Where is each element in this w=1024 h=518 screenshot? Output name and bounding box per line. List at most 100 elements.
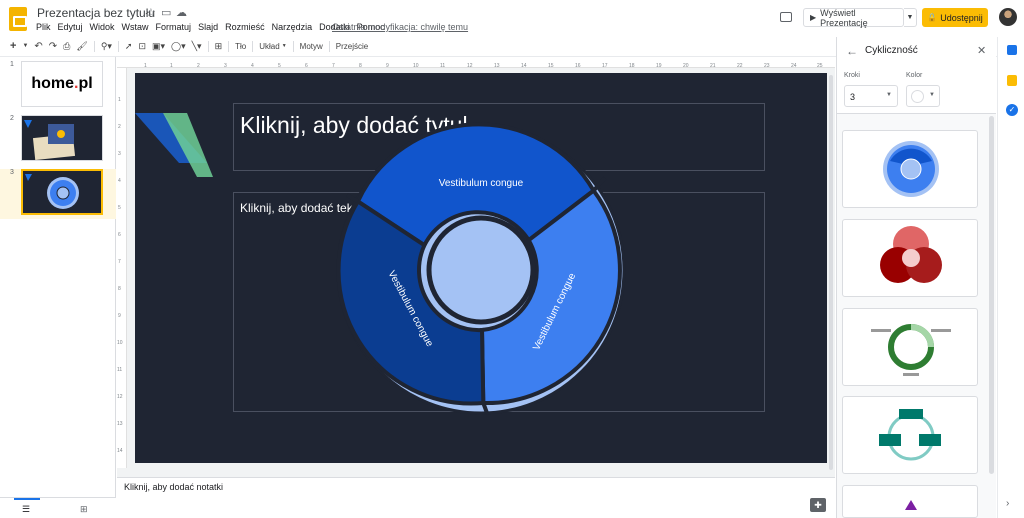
add-comment-icon[interactable]: ⊞ bbox=[215, 41, 223, 52]
avatar[interactable] bbox=[999, 8, 1017, 26]
ruler-number: 10 bbox=[413, 63, 419, 69]
slide-number: 1 bbox=[10, 61, 14, 68]
toolbar-divider bbox=[228, 40, 230, 52]
speaker-notes[interactable] bbox=[117, 477, 835, 518]
menu-formatuj[interactable]: Formatuj bbox=[156, 22, 192, 32]
menu-edytuj[interactable]: Edytuj bbox=[58, 22, 83, 32]
zoom-icon[interactable]: ⚲▾ bbox=[101, 41, 112, 52]
ruler-number: 10 bbox=[117, 340, 123, 346]
list-view-icon[interactable]: ☰ bbox=[22, 504, 30, 515]
redo-icon[interactable]: ↷ bbox=[49, 41, 57, 52]
chevron-down-icon[interactable]: ▼ bbox=[282, 43, 287, 49]
menu-wstaw[interactable]: Wstaw bbox=[122, 22, 149, 32]
ruler-number: 12 bbox=[467, 63, 473, 69]
last-modified-link[interactable]: Ostatnia modyfikacja: chwilę temu bbox=[332, 22, 468, 32]
share-button[interactable]: 🔒 Udostępnij bbox=[922, 8, 988, 27]
diagram-template-1[interactable] bbox=[842, 130, 978, 208]
slide-thumbnail-3[interactable] bbox=[21, 169, 103, 215]
menu-narzedzia[interactable]: Narzędzia bbox=[272, 22, 313, 32]
lock-icon: 🔒 bbox=[927, 13, 938, 22]
menu-widok[interactable]: Widok bbox=[90, 22, 115, 32]
ruler-number: 19 bbox=[656, 63, 662, 69]
ruler-number: 7 bbox=[118, 259, 121, 265]
present-dropdown-button[interactable]: ▼ bbox=[904, 8, 917, 27]
chevron-down-icon: ▼ bbox=[929, 92, 935, 98]
color-swatch bbox=[911, 90, 924, 103]
background-button[interactable]: Tło bbox=[235, 42, 246, 51]
chevron-down-icon[interactable]: ▼ bbox=[22, 43, 28, 49]
image-icon[interactable]: ▣▾ bbox=[152, 41, 165, 52]
ruler-number: 21 bbox=[710, 63, 716, 69]
home-logo-suffix: pl bbox=[78, 75, 93, 92]
comments-icon[interactable] bbox=[780, 12, 792, 22]
select-cursor-icon[interactable]: ➚ bbox=[125, 41, 133, 52]
present-button[interactable]: ▶ Wyświetl Prezentację bbox=[803, 8, 904, 28]
ruler-ticks: 1 1 2 3 4 5 6 7 8 9 10 11 12 13 14 15 16… bbox=[144, 63, 823, 69]
toolbar-divider bbox=[93, 40, 95, 52]
color-select[interactable]: ▼ bbox=[906, 85, 940, 107]
menu-slajd[interactable]: Slajd bbox=[198, 22, 218, 32]
slides-logo[interactable] bbox=[9, 7, 27, 31]
menu-plik[interactable]: Plik bbox=[36, 22, 51, 32]
ruler-number: 24 bbox=[791, 63, 797, 69]
chevron-right-icon[interactable]: › bbox=[1006, 498, 1009, 509]
transition-button[interactable]: Przejście bbox=[336, 42, 368, 51]
grid-view-icon[interactable]: ⊞ bbox=[80, 504, 88, 515]
diagram-template-5[interactable] bbox=[842, 485, 978, 518]
print-icon[interactable]: ⎙ bbox=[63, 41, 70, 52]
slide-thumbnail-2[interactable] bbox=[21, 115, 103, 161]
steps-select[interactable]: 3 ▼ bbox=[844, 85, 898, 107]
ruler-number: 1 bbox=[118, 97, 121, 103]
ruler-number: 3 bbox=[224, 63, 227, 69]
layout-button[interactable]: Układ bbox=[259, 42, 279, 51]
steps-value: 3 bbox=[850, 92, 856, 102]
horizontal-ruler: 1 1 2 3 4 5 6 7 8 9 10 11 12 13 14 15 16… bbox=[117, 57, 835, 69]
chevron-down-icon: ▼ bbox=[886, 92, 892, 98]
ruler-number: 14 bbox=[521, 63, 527, 69]
menu-rozmiesc[interactable]: Rozmieść bbox=[225, 22, 265, 32]
explore-icon[interactable]: ✚ bbox=[810, 498, 826, 512]
template-2-preview bbox=[880, 226, 942, 283]
diagram-template-4[interactable] bbox=[842, 396, 978, 474]
share-label: Udostępnij bbox=[940, 12, 983, 23]
keep-icon[interactable] bbox=[1007, 75, 1017, 86]
new-slide-icon[interactable]: + bbox=[10, 40, 16, 52]
cycle-diagram[interactable]: Vestibulum congue Vestibulum congue Vest… bbox=[135, 73, 827, 463]
diagram-template-3[interactable] bbox=[842, 308, 978, 386]
slide-number: 2 bbox=[10, 115, 14, 122]
notes-placeholder[interactable]: Kliknij, aby dodać notatki bbox=[124, 482, 223, 492]
close-icon[interactable]: ✕ bbox=[977, 44, 986, 57]
diagram-center-circle bbox=[426, 215, 536, 325]
document-title[interactable]: Prezentacja bez tytułu bbox=[37, 6, 155, 20]
ruler-number: 4 bbox=[118, 178, 121, 184]
diagram-template-2[interactable] bbox=[842, 219, 978, 297]
ruler-number: 5 bbox=[278, 63, 281, 69]
ruler-number: 14 bbox=[117, 448, 123, 454]
slide-thumbnail-1[interactable]: home. pl bbox=[21, 61, 103, 107]
back-arrow-icon[interactable]: ← bbox=[846, 44, 858, 58]
ruler-number: 13 bbox=[117, 421, 123, 427]
slide-number: 3 bbox=[10, 169, 14, 176]
star-icon[interactable]: ☆ bbox=[146, 6, 156, 19]
move-folder-icon[interactable]: ▭ bbox=[161, 6, 171, 19]
ruler-number: 8 bbox=[359, 63, 362, 69]
panel-scrollbar[interactable] bbox=[989, 116, 994, 474]
active-view-indicator bbox=[14, 498, 40, 500]
shape-icon[interactable]: ◯▾ bbox=[171, 41, 186, 52]
line-icon[interactable]: ╲▾ bbox=[192, 41, 202, 52]
canvas-scrollbar[interactable] bbox=[829, 75, 833, 470]
ruler-ticks: 1 2 3 4 5 6 7 8 9 10 11 12 13 14 bbox=[117, 97, 123, 454]
tasks-icon[interactable]: ✓ bbox=[1006, 104, 1018, 116]
ruler-number: 4 bbox=[251, 63, 254, 69]
ruler-number: 18 bbox=[629, 63, 635, 69]
slide-canvas[interactable]: Kliknij, aby dodać tytuł Kliknij, aby do… bbox=[135, 73, 827, 463]
segment-label-top: Vestibulum congue bbox=[439, 178, 524, 189]
undo-icon[interactable]: ↶ bbox=[34, 41, 42, 52]
ruler-number: 16 bbox=[575, 63, 581, 69]
text-box-icon[interactable]: ⊡ bbox=[138, 41, 146, 52]
theme-button[interactable]: Motyw bbox=[300, 42, 323, 51]
ruler-number: 1 bbox=[170, 63, 173, 69]
paint-format-icon[interactable]: 🖌 bbox=[76, 41, 87, 52]
slide-3-preview bbox=[25, 174, 79, 209]
calendar-icon[interactable] bbox=[1007, 45, 1017, 55]
